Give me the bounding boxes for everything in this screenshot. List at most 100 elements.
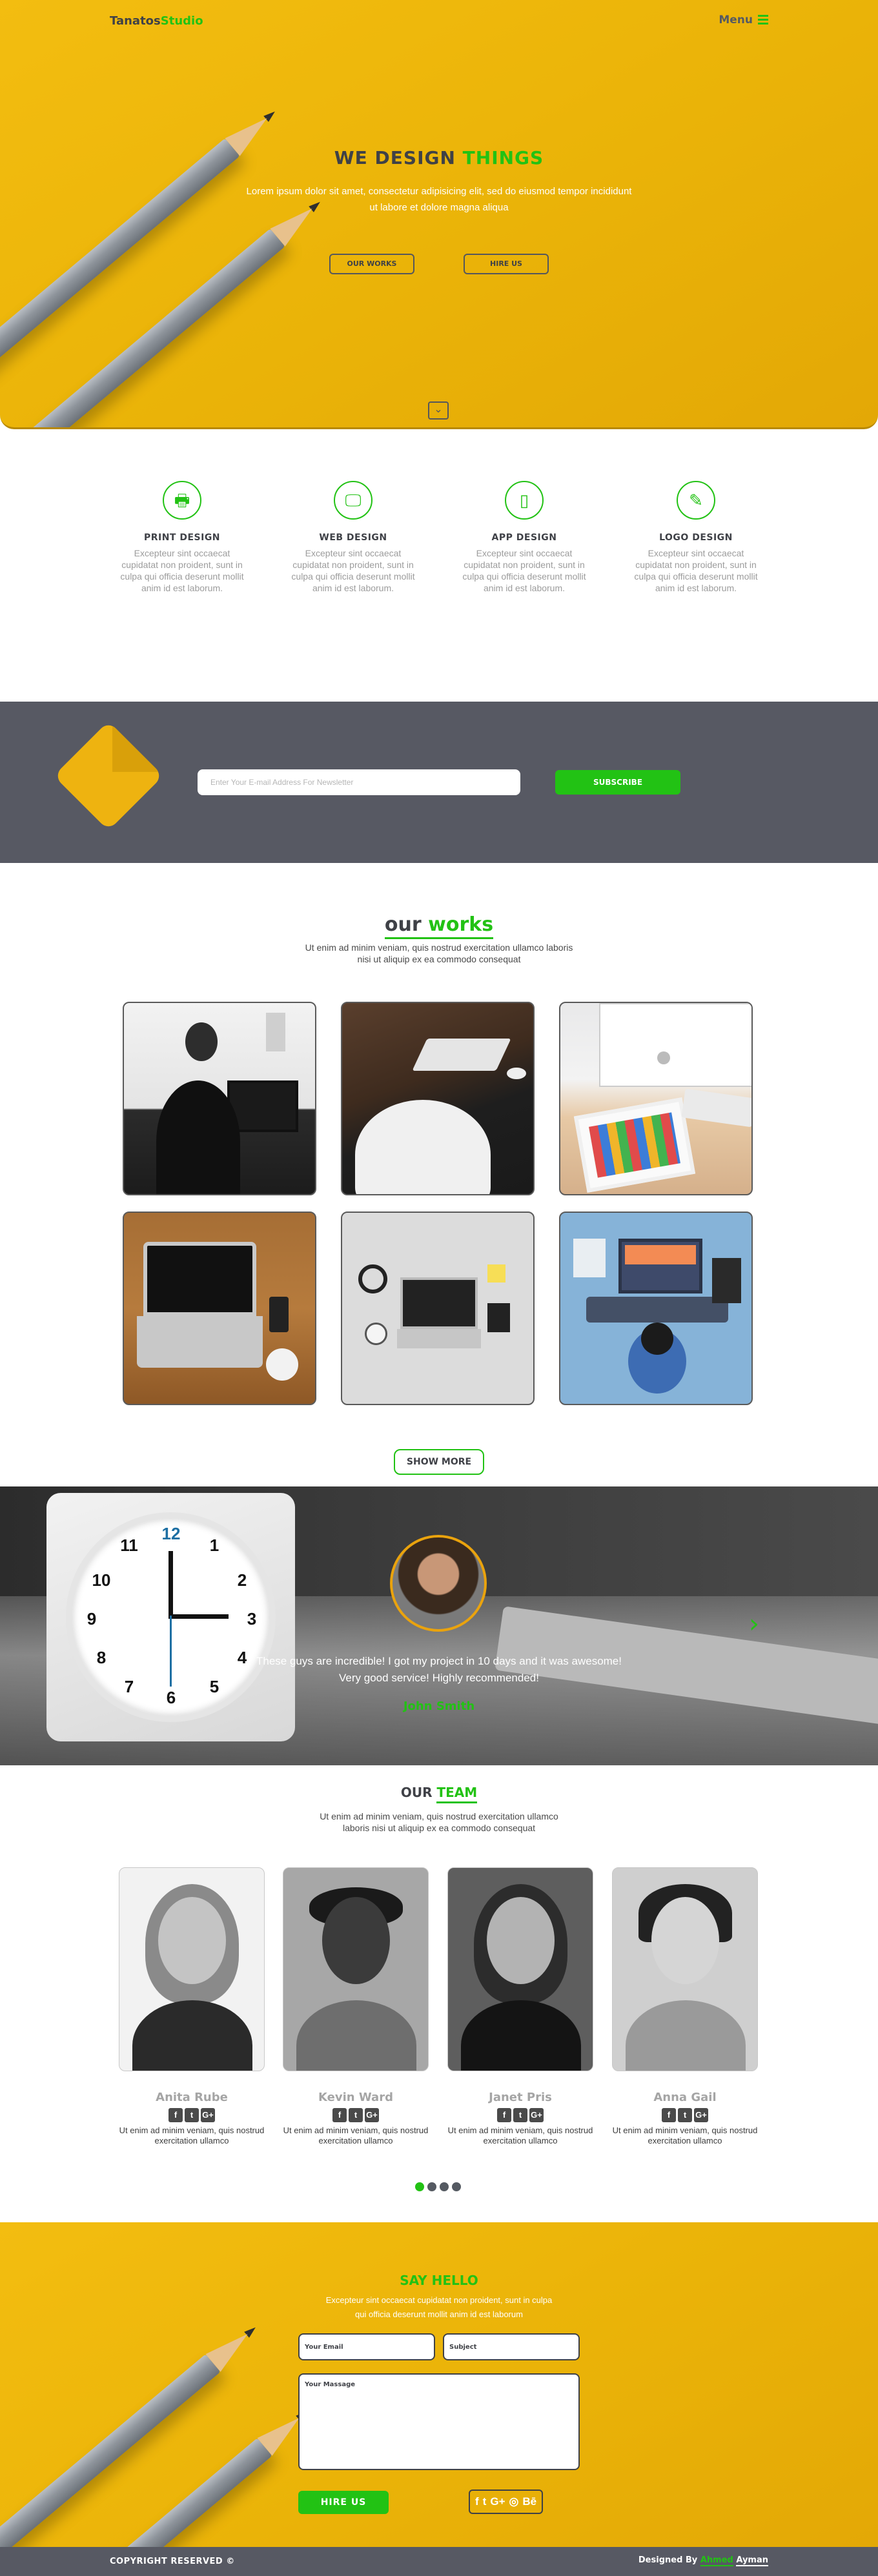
service-title: PRINT DESIGN: [143, 532, 221, 543]
clock-number: 9: [87, 1609, 97, 1628]
hero-section: TanatosStudio Menu WE DESIGN THINGS Lore…: [0, 0, 878, 429]
copyright-text: COPYRIGHT RESERVED ©: [110, 2557, 235, 2566]
hire-us-submit-button[interactable]: HIRE US: [298, 2491, 389, 2514]
team-subtitle: Ut enim ad minim veniam, quis nostrud ex…: [0, 1810, 878, 1834]
our-works-button[interactable]: OUR WORKS: [329, 254, 414, 274]
work-tile-imac-ipad[interactable]: [559, 1002, 753, 1195]
team-member-socials: f t G+: [612, 2108, 758, 2122]
clock-face: 12 1 2 3 4 5 6 7 8 9 10 11: [66, 1512, 276, 1722]
google-plus-icon[interactable]: G+: [490, 2495, 505, 2508]
facebook-icon[interactable]: f: [332, 2108, 347, 2122]
twitter-icon[interactable]: t: [483, 2495, 487, 2508]
hero-title-part-2: THINGS: [462, 147, 544, 168]
clock-number: 3: [247, 1609, 257, 1628]
team-subtitle-line-1: Ut enim ad minim veniam, quis nostrud ex…: [320, 1811, 558, 1821]
twitter-icon[interactable]: t: [349, 2108, 363, 2122]
contact-socials: f t G+ ◎ Bē: [469, 2490, 544, 2514]
designer-credit: Designed By Ahmed Ayman: [638, 2555, 768, 2566]
dribbble-icon[interactable]: ◎: [509, 2495, 519, 2508]
team-member-text: Ut enim ad minim veniam, quis nostrud ex…: [612, 2125, 758, 2145]
work-tile-laptop-on-desk[interactable]: [341, 1002, 535, 1195]
team-pagination: [415, 2182, 461, 2191]
hero-text: Lorem ipsum dolor sit amet, consectetur …: [246, 186, 632, 213]
google-plus-icon[interactable]: G+: [694, 2108, 708, 2122]
contact-text-line-1: Excepteur sint occaecat cupidatat non pr…: [325, 2295, 553, 2305]
credit-prefix: Designed By: [638, 2555, 698, 2565]
menu-button[interactable]: Menu: [719, 13, 768, 26]
testimonial-author: John Smith: [403, 1699, 475, 1713]
service-title: LOGO DESIGN: [659, 532, 733, 543]
twitter-icon[interactable]: t: [678, 2108, 692, 2122]
team-member: Anita Rube f t G+ Ut enim ad minim venia…: [119, 1867, 265, 2146]
facebook-icon[interactable]: f: [168, 2108, 183, 2122]
team-member-text: Ut enim ad minim veniam, quis nostrud ex…: [283, 2125, 429, 2145]
avatar: [390, 1535, 487, 1632]
menu-label: Menu: [719, 13, 753, 26]
chevron-down-icon[interactable]: ⌄: [428, 401, 449, 420]
message-field[interactable]: [298, 2373, 580, 2470]
subject-field[interactable]: [443, 2333, 580, 2360]
pencil-image: [0, 228, 285, 427]
team-member-socials: f t G+: [119, 2108, 265, 2122]
credit-first-name[interactable]: Ahmed: [700, 2555, 733, 2566]
service-app: ▯ APP DESIGN Excepteur sint occaecat cup…: [461, 481, 587, 594]
services-section: 🖶 PRINT DESIGN Excepteur sint occaecat c…: [0, 429, 878, 702]
team-member-name: Kevin Ward: [318, 2091, 393, 2104]
work-tile-person-at-computer[interactable]: [123, 1002, 316, 1195]
service-title: WEB DESIGN: [319, 532, 387, 543]
contact-text: Excepteur sint occaecat cupidatat non pr…: [278, 2293, 600, 2322]
behance-icon[interactable]: Bē: [522, 2495, 536, 2508]
credit-last-name[interactable]: Ayman: [736, 2555, 768, 2566]
quote-line-2: Very good service! Highly recommended!: [339, 1672, 539, 1684]
service-web: 🖵 WEB DESIGN Excepteur sint occaecat cup…: [290, 481, 416, 594]
team-member-name: Janet Pris: [489, 2091, 552, 2104]
pagination-dot[interactable]: [427, 2182, 436, 2191]
google-plus-icon[interactable]: G+: [365, 2108, 379, 2122]
works-title-part-1: our: [384, 913, 422, 936]
hire-us-button[interactable]: HIRE US: [464, 254, 549, 274]
team-member: Anna Gail f t G+ Ut enim ad minim veniam…: [612, 1867, 758, 2146]
pagination-dot[interactable]: [415, 2182, 424, 2191]
clock-hour-hand: [170, 1614, 229, 1619]
team-title: OUR TEAM: [0, 1785, 878, 1803]
work-tile-workspace-illustration[interactable]: [559, 1212, 753, 1405]
pagination-dot[interactable]: [452, 2182, 461, 2191]
google-plus-icon[interactable]: G+: [201, 2108, 215, 2122]
clock-number: 12: [161, 1524, 181, 1543]
service-text: Excepteur sint occaecat cupidatat non pr…: [291, 548, 415, 593]
work-tile-desk-flatlay[interactable]: [341, 1212, 535, 1405]
hero-title-part-1: WE DESIGN: [334, 147, 456, 168]
team-member-name: Anita Rube: [156, 2091, 228, 2104]
twitter-icon[interactable]: t: [185, 2108, 199, 2122]
team-member-socials: f t G+: [283, 2108, 429, 2122]
pagination-dot[interactable]: [440, 2182, 449, 2191]
email-field[interactable]: [298, 2333, 435, 2360]
work-tile-macbook[interactable]: [123, 1212, 316, 1405]
chevron-right-icon[interactable]: ›: [749, 1609, 759, 1639]
facebook-icon[interactable]: f: [475, 2495, 479, 2508]
printer-icon: 🖶: [163, 481, 201, 520]
works-section: our works Ut enim ad minim veniam, quis …: [0, 863, 878, 1486]
show-more-button[interactable]: SHOW MORE: [394, 1449, 484, 1475]
team-member-photo: [447, 1867, 593, 2071]
hamburger-icon: [758, 13, 768, 26]
pencil-image: [0, 138, 240, 389]
facebook-icon[interactable]: f: [497, 2108, 511, 2122]
logo-part-2: Studio: [160, 14, 203, 28]
newsletter-email-input[interactable]: [198, 769, 520, 795]
contact-title: SAY HELLO: [400, 2273, 478, 2288]
service-title: APP DESIGN: [491, 532, 557, 543]
mobile-icon: ▯: [505, 481, 544, 520]
twitter-icon[interactable]: t: [513, 2108, 527, 2122]
team-member-text: Ut enim ad minim veniam, quis nostrud ex…: [447, 2125, 593, 2145]
subscribe-button[interactable]: SUBSCRIBE: [555, 770, 680, 795]
google-plus-icon[interactable]: G+: [529, 2108, 544, 2122]
logo[interactable]: TanatosStudio: [110, 14, 203, 28]
hero-title: WE DESIGN THINGS: [0, 147, 878, 168]
service-logo: ✎ LOGO DESIGN Excepteur sint occaecat cu…: [633, 481, 759, 594]
facebook-icon[interactable]: f: [662, 2108, 676, 2122]
works-title: our works: [0, 913, 878, 939]
service-text: Excepteur sint occaecat cupidatat non pr…: [634, 548, 758, 593]
team-member-photo: [119, 1867, 265, 2071]
team-member-socials: f t G+: [447, 2108, 593, 2122]
